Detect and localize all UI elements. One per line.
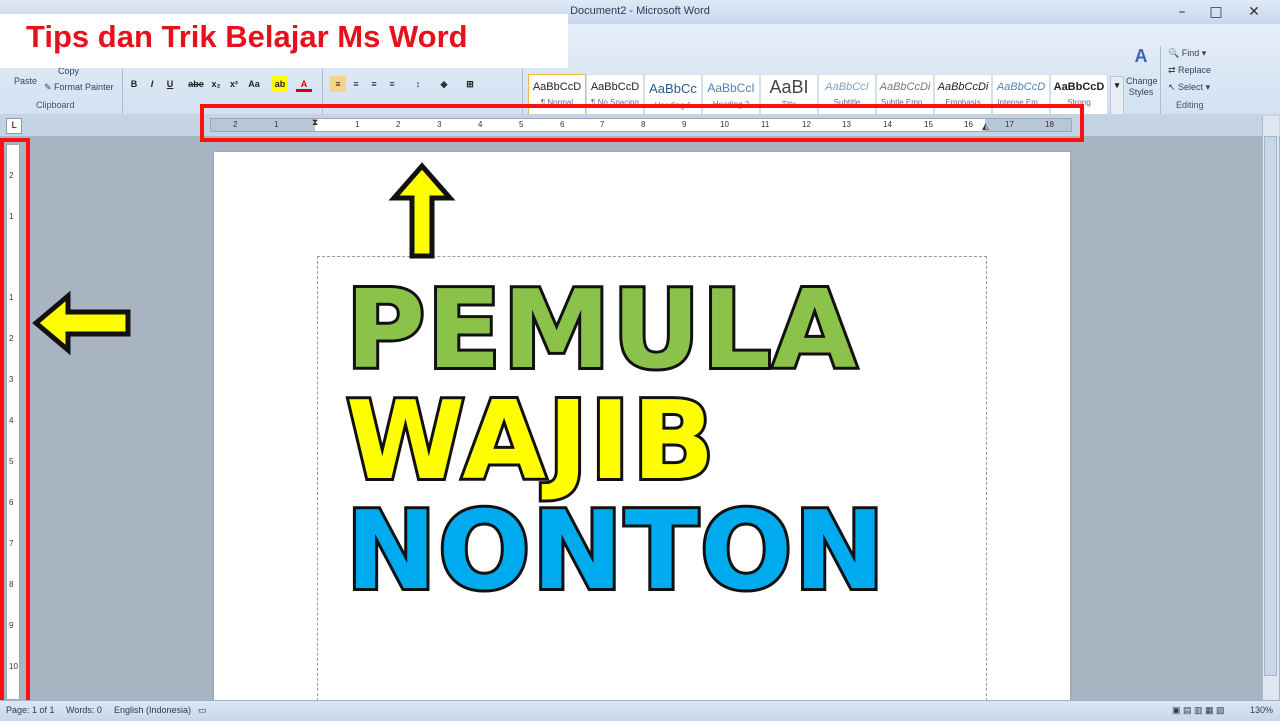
style-preview: AaBbCcD bbox=[996, 81, 1046, 93]
underline-button[interactable]: U bbox=[162, 76, 178, 92]
superscript-button[interactable]: x² bbox=[226, 76, 242, 92]
style-preview: AaBbCcDi bbox=[879, 81, 931, 93]
style-preview: AaBbCcD bbox=[532, 81, 582, 93]
style-preview: AaBbCcI bbox=[825, 81, 869, 93]
banner-title: Tips dan Trik Belajar Ms Word bbox=[26, 19, 468, 54]
style-preview: AaBbCcD bbox=[590, 81, 640, 93]
zoom-level[interactable]: 130% bbox=[1250, 705, 1273, 715]
tutorial-banner: Tips dan Trik Belajar Ms Word bbox=[0, 14, 568, 68]
change-styles-button[interactable]: Change Styles bbox=[1126, 76, 1158, 98]
minimize-button[interactable]: – bbox=[1168, 3, 1196, 21]
word-count[interactable]: Words: 0 bbox=[66, 705, 102, 715]
vertical-ruler-highlight bbox=[0, 138, 30, 718]
change-styles-icon: A bbox=[1134, 46, 1148, 66]
left-arrow-icon bbox=[32, 290, 131, 356]
align-center-icon[interactable]: ≡ bbox=[348, 76, 364, 92]
scrollbar-thumb[interactable] bbox=[1264, 136, 1277, 676]
style-preview: AaBbCc bbox=[649, 81, 697, 96]
replace-label: Replace bbox=[1178, 65, 1212, 75]
up-arrow-icon bbox=[388, 162, 456, 259]
proofing-icon[interactable]: ▭ bbox=[198, 705, 207, 716]
bold-button[interactable]: B bbox=[126, 76, 142, 92]
change-case-button[interactable]: Aa bbox=[246, 76, 262, 92]
format-painter-button[interactable]: ✎ Format Painter bbox=[44, 82, 114, 93]
style-preview: AaBbCcDi bbox=[937, 81, 989, 93]
clipboard-group-label: Clipboard bbox=[36, 100, 75, 110]
editing-group-label: Editing bbox=[1176, 100, 1204, 110]
replace-button[interactable]: ⇄ Replace bbox=[1168, 65, 1211, 76]
paste-button[interactable]: Paste bbox=[14, 76, 37, 86]
close-button[interactable]: ✕ bbox=[1240, 3, 1268, 21]
strikethrough-button[interactable]: abe bbox=[188, 76, 204, 92]
styles-scroll-icon[interactable]: ▾ bbox=[1110, 76, 1124, 118]
word-pemula: PEMULA bbox=[343, 268, 860, 393]
shading-icon[interactable]: ◈ bbox=[436, 76, 452, 92]
italic-button[interactable]: I bbox=[144, 76, 160, 92]
highlight-icon[interactable]: ab bbox=[272, 76, 288, 92]
view-buttons-icon[interactable]: ▣ ▤ ▥ ▦ ▧ bbox=[1172, 705, 1225, 716]
word-nonton: NONTON bbox=[343, 489, 887, 614]
align-left-icon[interactable]: ≡ bbox=[330, 76, 346, 92]
find-label: Find bbox=[1181, 48, 1200, 58]
style-preview: AaBbCcD bbox=[1053, 81, 1105, 93]
select-button[interactable]: ↖ Select ▾ bbox=[1168, 82, 1210, 93]
align-right-icon[interactable]: ≡ bbox=[366, 76, 382, 92]
language-status[interactable]: English (Indonesia) bbox=[114, 705, 191, 715]
line-spacing-icon[interactable]: ↕ bbox=[410, 76, 426, 92]
tab-selector-button[interactable]: L bbox=[6, 118, 22, 134]
vertical-scrollbar[interactable] bbox=[1262, 116, 1279, 700]
maximize-button[interactable]: □ bbox=[1202, 3, 1230, 21]
subscript-button[interactable]: x₂ bbox=[208, 76, 224, 92]
style-preview: AaBbCcI bbox=[707, 81, 755, 95]
format-painter-label: Format Painter bbox=[54, 82, 114, 92]
page-count[interactable]: Page: 1 of 1 bbox=[6, 705, 55, 715]
find-button[interactable]: 🔍 Find ▾ bbox=[1168, 48, 1206, 59]
borders-icon[interactable]: ⊞ bbox=[462, 76, 478, 92]
font-color-icon[interactable]: A bbox=[296, 76, 312, 92]
select-label: Select bbox=[1178, 82, 1204, 92]
justify-icon[interactable]: ≡ bbox=[384, 76, 400, 92]
word-wajib: WAJIB bbox=[343, 379, 718, 504]
horizontal-ruler-highlight bbox=[200, 104, 1084, 142]
status-bar: Page: 1 of 1 Words: 0 English (Indonesia… bbox=[0, 700, 1280, 721]
ribbon-separator bbox=[1160, 46, 1161, 116]
style-preview: AaBI bbox=[769, 77, 809, 97]
